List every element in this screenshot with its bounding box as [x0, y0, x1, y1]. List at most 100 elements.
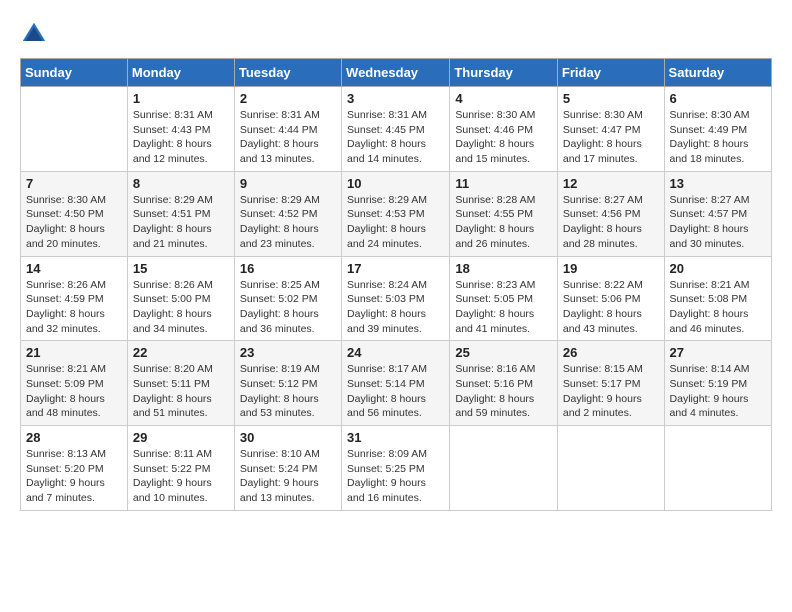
day-number: 9 [240, 176, 336, 191]
day-cell: 2 Sunrise: 8:31 AMSunset: 4:44 PMDaylight… [234, 87, 341, 172]
page-header [20, 20, 772, 48]
calendar-table: SundayMondayTuesdayWednesdayThursdayFrid… [20, 58, 772, 511]
day-number: 6 [670, 91, 766, 106]
day-cell: 11 Sunrise: 8:28 AMSunset: 4:55 PMDayligh… [450, 171, 558, 256]
day-number: 3 [347, 91, 444, 106]
day-cell: 27 Sunrise: 8:14 AMSunset: 5:19 PMDayligh… [664, 341, 771, 426]
col-header-saturday: Saturday [664, 59, 771, 87]
day-cell: 5 Sunrise: 8:30 AMSunset: 4:47 PMDaylight… [557, 87, 664, 172]
day-info: Sunrise: 8:19 AMSunset: 5:12 PMDaylight:… [240, 363, 320, 419]
day-info: Sunrise: 8:14 AMSunset: 5:19 PMDaylight:… [670, 363, 750, 419]
day-info: Sunrise: 8:31 AMSunset: 4:43 PMDaylight:… [133, 109, 213, 165]
day-info: Sunrise: 8:27 AMSunset: 4:57 PMDaylight:… [670, 194, 750, 250]
day-number: 14 [26, 261, 122, 276]
day-info: Sunrise: 8:26 AMSunset: 5:00 PMDaylight:… [133, 279, 213, 335]
day-cell: 9 Sunrise: 8:29 AMSunset: 4:52 PMDaylight… [234, 171, 341, 256]
day-number: 16 [240, 261, 336, 276]
day-cell: 6 Sunrise: 8:30 AMSunset: 4:49 PMDaylight… [664, 87, 771, 172]
week-row-2: 7 Sunrise: 8:30 AMSunset: 4:50 PMDaylight… [21, 171, 772, 256]
day-info: Sunrise: 8:30 AMSunset: 4:50 PMDaylight:… [26, 194, 106, 250]
day-info: Sunrise: 8:27 AMSunset: 4:56 PMDaylight:… [563, 194, 643, 250]
day-number: 8 [133, 176, 229, 191]
day-number: 11 [455, 176, 552, 191]
day-cell: 31 Sunrise: 8:09 AMSunset: 5:25 PMDayligh… [342, 426, 450, 511]
day-info: Sunrise: 8:30 AMSunset: 4:46 PMDaylight:… [455, 109, 535, 165]
day-cell: 20Sunrise: 8:21 AMSunset: 5:08 PMDayligh… [664, 256, 771, 341]
day-number: 19 [563, 261, 659, 276]
day-cell: 16Sunrise: 8:25 AMSunset: 5:02 PMDayligh… [234, 256, 341, 341]
day-number: 25 [455, 345, 552, 360]
day-number: 15 [133, 261, 229, 276]
week-row-1: 1Sunrise: 8:31 AMSunset: 4:43 PMDaylight… [21, 87, 772, 172]
week-row-3: 14 Sunrise: 8:26 AMSunset: 4:59 PMDayligh… [21, 256, 772, 341]
week-row-4: 21Sunrise: 8:21 AMSunset: 5:09 PMDayligh… [21, 341, 772, 426]
day-number: 10 [347, 176, 444, 191]
day-cell: 25 Sunrise: 8:16 AMSunset: 5:16 PMDayligh… [450, 341, 558, 426]
day-number: 17 [347, 261, 444, 276]
col-header-thursday: Thursday [450, 59, 558, 87]
day-info: Sunrise: 8:22 AMSunset: 5:06 PMDaylight:… [563, 279, 643, 335]
day-info: Sunrise: 8:15 AMSunset: 5:17 PMDaylight:… [563, 363, 643, 419]
day-cell: 10 Sunrise: 8:29 AMSunset: 4:53 PMDayligh… [342, 171, 450, 256]
day-number: 22 [133, 345, 229, 360]
day-info: Sunrise: 8:17 AMSunset: 5:14 PMDaylight:… [347, 363, 427, 419]
day-info: Sunrise: 8:28 AMSunset: 4:55 PMDaylight:… [455, 194, 535, 250]
day-number: 7 [26, 176, 122, 191]
day-cell: 29Sunrise: 8:11 AMSunset: 5:22 PMDayligh… [127, 426, 234, 511]
day-number: 4 [455, 91, 552, 106]
day-cell: 22Sunrise: 8:20 AMSunset: 5:11 PMDayligh… [127, 341, 234, 426]
day-number: 12 [563, 176, 659, 191]
day-number: 26 [563, 345, 659, 360]
day-cell: 28 Sunrise: 8:13 AMSunset: 5:20 PMDayligh… [21, 426, 128, 511]
day-number: 20 [670, 261, 766, 276]
day-cell: 14 Sunrise: 8:26 AMSunset: 4:59 PMDayligh… [21, 256, 128, 341]
day-number: 28 [26, 430, 122, 445]
day-cell: 7 Sunrise: 8:30 AMSunset: 4:50 PMDaylight… [21, 171, 128, 256]
day-info: Sunrise: 8:31 AMSunset: 4:45 PMDaylight:… [347, 109, 427, 165]
day-cell: 13 Sunrise: 8:27 AMSunset: 4:57 PMDayligh… [664, 171, 771, 256]
day-number: 13 [670, 176, 766, 191]
day-number: 24 [347, 345, 444, 360]
logo-icon [20, 20, 48, 48]
day-cell: 21Sunrise: 8:21 AMSunset: 5:09 PMDayligh… [21, 341, 128, 426]
day-cell: 3 Sunrise: 8:31 AMSunset: 4:45 PMDaylight… [342, 87, 450, 172]
day-cell: 17 Sunrise: 8:24 AMSunset: 5:03 PMDayligh… [342, 256, 450, 341]
day-info: Sunrise: 8:29 AMSunset: 4:52 PMDaylight:… [240, 194, 320, 250]
day-number: 23 [240, 345, 336, 360]
day-cell: 8 Sunrise: 8:29 AMSunset: 4:51 PMDaylight… [127, 171, 234, 256]
day-cell [21, 87, 128, 172]
day-info: Sunrise: 8:23 AMSunset: 5:05 PMDaylight:… [455, 279, 535, 335]
week-row-5: 28 Sunrise: 8:13 AMSunset: 5:20 PMDayligh… [21, 426, 772, 511]
day-info: Sunrise: 8:16 AMSunset: 5:16 PMDaylight:… [455, 363, 535, 419]
day-info: Sunrise: 8:09 AMSunset: 5:25 PMDaylight:… [347, 448, 427, 504]
day-cell [557, 426, 664, 511]
day-number: 5 [563, 91, 659, 106]
day-number: 29 [133, 430, 229, 445]
day-cell: 4 Sunrise: 8:30 AMSunset: 4:46 PMDaylight… [450, 87, 558, 172]
col-header-wednesday: Wednesday [342, 59, 450, 87]
day-info: Sunrise: 8:10 AMSunset: 5:24 PMDaylight:… [240, 448, 320, 504]
col-header-tuesday: Tuesday [234, 59, 341, 87]
day-info: Sunrise: 8:26 AMSunset: 4:59 PMDaylight:… [26, 279, 106, 335]
day-cell: 23 Sunrise: 8:19 AMSunset: 5:12 PMDayligh… [234, 341, 341, 426]
day-number: 27 [670, 345, 766, 360]
day-cell: 15 Sunrise: 8:26 AMSunset: 5:00 PMDayligh… [127, 256, 234, 341]
day-cell: 19 Sunrise: 8:22 AMSunset: 5:06 PMDayligh… [557, 256, 664, 341]
day-info: Sunrise: 8:24 AMSunset: 5:03 PMDaylight:… [347, 279, 427, 335]
day-info: Sunrise: 8:29 AMSunset: 4:51 PMDaylight:… [133, 194, 213, 250]
day-info: Sunrise: 8:13 AMSunset: 5:20 PMDaylight:… [26, 448, 106, 504]
day-number: 30 [240, 430, 336, 445]
day-cell: 18 Sunrise: 8:23 AMSunset: 5:05 PMDayligh… [450, 256, 558, 341]
day-cell [664, 426, 771, 511]
day-number: 2 [240, 91, 336, 106]
day-number: 31 [347, 430, 444, 445]
day-cell [450, 426, 558, 511]
col-header-friday: Friday [557, 59, 664, 87]
day-info: Sunrise: 8:30 AMSunset: 4:47 PMDaylight:… [563, 109, 643, 165]
day-info: Sunrise: 8:30 AMSunset: 4:49 PMDaylight:… [670, 109, 750, 165]
day-cell: 30 Sunrise: 8:10 AMSunset: 5:24 PMDayligh… [234, 426, 341, 511]
day-info: Sunrise: 8:29 AMSunset: 4:53 PMDaylight:… [347, 194, 427, 250]
day-info: Sunrise: 8:21 AMSunset: 5:09 PMDaylight:… [26, 363, 106, 419]
day-info: Sunrise: 8:31 AMSunset: 4:44 PMDaylight:… [240, 109, 320, 165]
day-number: 18 [455, 261, 552, 276]
